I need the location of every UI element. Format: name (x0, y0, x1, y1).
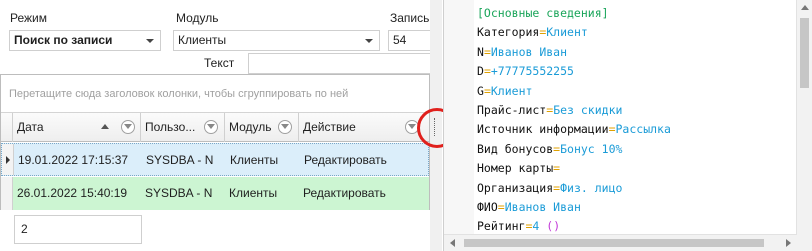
column-header-date[interactable]: Дата (13, 113, 141, 142)
cell-action: Редактировать (304, 153, 387, 167)
detail-line: Категория=Клиент (477, 23, 671, 42)
detail-key: G (477, 83, 484, 98)
filter-icon[interactable] (121, 120, 135, 134)
detail-line: ФИО=Иванов Иван (477, 198, 671, 217)
detail-key: Источник информации (477, 122, 609, 137)
detail-line: Организация=Физ. лицо (477, 179, 671, 198)
equals-sign: = (483, 64, 491, 79)
column-header-user[interactable]: Пользо... (141, 113, 225, 142)
detail-line: Номер карты= (477, 159, 671, 178)
current-row-icon (6, 156, 10, 164)
cell-module: Клиенты (229, 186, 278, 200)
sort-ascending-icon (101, 124, 109, 129)
detail-key: ФИО (477, 200, 498, 215)
scrollbar-thumb[interactable] (464, 239, 764, 247)
vertical-scrollbar[interactable] (796, 0, 812, 251)
detail-key: Рейтинг (477, 219, 526, 234)
cell-action: Редактировать (303, 186, 386, 200)
column-date-label: Дата (17, 120, 44, 134)
equals-sign: = (553, 161, 561, 176)
horizontal-scrollbar[interactable] (444, 234, 797, 251)
mode-label: Режим (10, 11, 47, 25)
module-dropdown[interactable]: Клиенты (173, 30, 380, 51)
record-value: 54 (393, 33, 407, 47)
detail-value: Клиент (546, 25, 588, 40)
details-panel: [Основные сведения] Категория=Клиент N=Ива… (443, 0, 812, 251)
detail-line: D=+77775552255 (477, 62, 671, 81)
module-value: Клиенты (178, 33, 227, 47)
column-action-label: Действие (303, 120, 356, 134)
detail-value: +77775552255 (490, 64, 574, 79)
scrollbar-thumb[interactable] (800, 18, 809, 88)
module-label: Модуль (176, 11, 219, 25)
scroll-right-icon[interactable] (786, 239, 791, 247)
scroll-left-icon[interactable] (450, 239, 455, 247)
column-header-action[interactable]: Действие (299, 113, 429, 142)
editor-gutter (444, 0, 474, 251)
cell-user: SYSDBA - N (145, 186, 213, 200)
filter-icon[interactable] (278, 120, 292, 134)
cell-module: Клиенты (230, 153, 279, 167)
record-count-field: 2 (14, 215, 142, 244)
detail-key: N (477, 44, 484, 59)
column-header-module[interactable]: Модуль (225, 113, 299, 142)
detail-line: N=Иванов Иван (477, 43, 671, 62)
detail-key: Организация (477, 180, 554, 195)
cell-user: SYSDBA - N (146, 153, 214, 167)
detail-extra: () (539, 219, 561, 234)
record-field[interactable]: 54 (388, 30, 432, 51)
header-indicator (1, 113, 13, 142)
record-label: Запись (390, 11, 430, 25)
table-row[interactable]: 19.01.2022 17:15:37 SYSDBA - N Клиенты Р… (1, 143, 429, 176)
equals-sign: = (608, 122, 616, 137)
detail-key: Вид бонусов (477, 141, 554, 156)
text-field[interactable] (248, 53, 432, 74)
row-indicator (2, 144, 14, 175)
group-by-hint: Перетащите сюда заголовок колонки, чтобы… (9, 88, 349, 100)
detail-value: Иванов Иван (490, 44, 568, 59)
chevron-down-icon (146, 39, 154, 43)
cell-date: 19.01.2022 17:15:37 (18, 153, 129, 167)
text-label: Текст (204, 56, 235, 70)
mode-dropdown[interactable]: Поиск по записи (9, 30, 161, 51)
detail-value: Рассылка (615, 122, 671, 137)
group-by-panel[interactable]: Перетащите сюда заголовок колонки, чтобы… (1, 75, 429, 113)
detail-key: D (477, 64, 484, 79)
history-panel: Режим Поиск по записи Модуль Клиенты Зап… (0, 0, 432, 251)
section-header: [Основные сведения] (477, 4, 671, 23)
equals-sign: = (483, 44, 491, 59)
row-indicator (1, 177, 13, 210)
detail-line: Прайс-лист=Без скидки (477, 101, 671, 120)
detail-key: Категория (477, 25, 540, 40)
column-user-label: Пользо... (145, 120, 196, 134)
detail-line: Вид бонусов=Бонус 10% (477, 140, 671, 159)
detail-key: Прайс-лист (477, 103, 547, 118)
equals-sign: = (483, 83, 491, 98)
scroll-up-icon[interactable] (801, 5, 809, 10)
detail-key: Номер карты (477, 161, 554, 176)
detail-value: Иванов Иван (504, 200, 581, 215)
cell-date: 26.01.2022 15:40:19 (17, 186, 128, 200)
grid-header: Дата Пользо... Модуль Действие (1, 113, 429, 142)
detail-value: Без скидки (553, 103, 623, 118)
filter-icon[interactable] (204, 120, 218, 134)
history-grid: Перетащите сюда заголовок колонки, чтобы… (0, 74, 430, 210)
section-title: [Основные сведения] (477, 6, 609, 20)
detail-value: Бонус 10% (560, 141, 623, 156)
detail-line: G=Клиент (477, 82, 671, 101)
detail-value: Клиент (490, 83, 533, 98)
details-text[interactable]: [Основные сведения] Категория=Клиент N=Ива… (477, 4, 671, 251)
chevron-down-icon (365, 39, 373, 43)
column-module-label: Модуль (229, 120, 272, 134)
detail-value: Физ. лицо (560, 180, 623, 195)
table-row[interactable]: 26.01.2022 15:40:19 SYSDBA - N Клиенты Р… (1, 177, 429, 210)
mode-value: Поиск по записи (14, 33, 113, 47)
detail-line: Источник информации=Рассылка (477, 120, 671, 139)
equals-sign: = (497, 200, 505, 215)
